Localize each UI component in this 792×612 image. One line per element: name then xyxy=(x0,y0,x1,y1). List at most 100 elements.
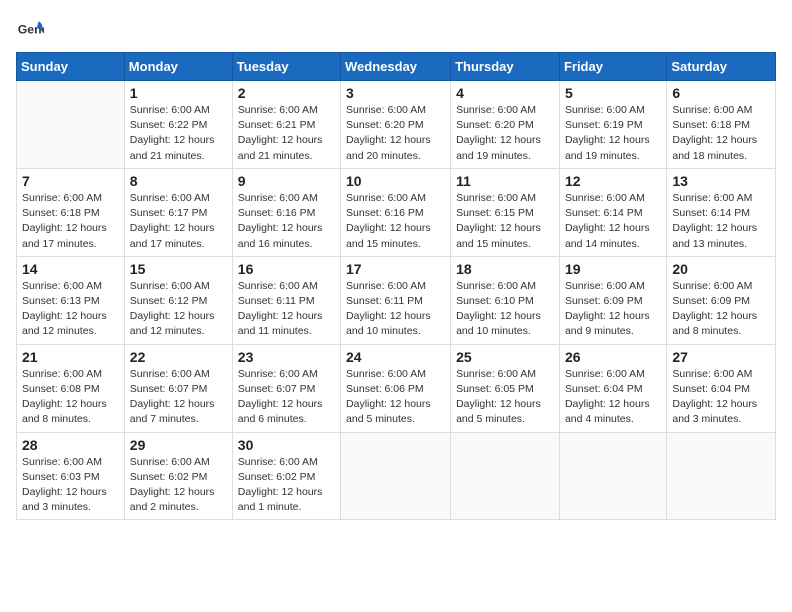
day-number: 18 xyxy=(456,261,554,277)
calendar-header-wednesday: Wednesday xyxy=(341,53,451,81)
day-info: Sunrise: 6:00 AM Sunset: 6:16 PM Dayligh… xyxy=(346,191,445,252)
logo-icon: General xyxy=(16,16,44,44)
calendar-cell: 16 Sunrise: 6:00 AM Sunset: 6:11 PM Dayli… xyxy=(232,256,340,344)
calendar-cell xyxy=(451,432,560,520)
day-number: 25 xyxy=(456,349,554,365)
calendar-cell: 1 Sunrise: 6:00 AM Sunset: 6:22 PM Daylig… xyxy=(124,81,232,169)
calendar-week-row: 21Sunrise: 6:00 AM Sunset: 6:08 PM Dayli… xyxy=(17,344,776,432)
calendar-cell xyxy=(341,432,451,520)
day-info: Sunrise: 6:00 AM Sunset: 6:05 PM Dayligh… xyxy=(456,367,554,428)
day-number: 19 xyxy=(565,261,661,277)
calendar-cell: 28 Sunrise: 6:00 AM Sunset: 6:03 PM Dayli… xyxy=(17,432,125,520)
day-info: Sunrise: 6:00 AM Sunset: 6:11 PM Dayligh… xyxy=(238,279,335,340)
calendar-header-tuesday: Tuesday xyxy=(232,53,340,81)
calendar-cell: 14 Sunrise: 6:00 AM Sunset: 6:13 PM Dayli… xyxy=(17,256,125,344)
day-info: Sunrise: 6:00 AM Sunset: 6:19 PM Dayligh… xyxy=(565,103,661,164)
day-number: 15 xyxy=(130,261,227,277)
calendar-cell: 5 Sunrise: 6:00 AM Sunset: 6:19 PM Daylig… xyxy=(559,81,666,169)
day-number: 7 xyxy=(22,173,119,189)
day-number: 24 xyxy=(346,349,445,365)
day-number: 20 xyxy=(672,261,770,277)
day-info: Sunrise: 6:00 AM Sunset: 6:02 PM Dayligh… xyxy=(130,455,227,516)
day-number: 4 xyxy=(456,85,554,101)
calendar-cell: 23Sunrise: 6:00 AM Sunset: 6:07 PM Dayli… xyxy=(232,344,340,432)
calendar-cell: 25 Sunrise: 6:00 AM Sunset: 6:05 PM Dayli… xyxy=(451,344,560,432)
calendar-header-thursday: Thursday xyxy=(451,53,560,81)
calendar-cell: 26 Sunrise: 6:00 AM Sunset: 6:04 PM Dayli… xyxy=(559,344,666,432)
calendar-week-row: 1 Sunrise: 6:00 AM Sunset: 6:22 PM Daylig… xyxy=(17,81,776,169)
day-number: 29 xyxy=(130,437,227,453)
calendar-cell: 17 Sunrise: 6:00 AM Sunset: 6:11 PM Dayli… xyxy=(341,256,451,344)
day-number: 12 xyxy=(565,173,661,189)
calendar-cell: 15 Sunrise: 6:00 AM Sunset: 6:12 PM Dayli… xyxy=(124,256,232,344)
calendar-cell: 7 Sunrise: 6:00 AM Sunset: 6:18 PM Daylig… xyxy=(17,168,125,256)
day-number: 21 xyxy=(22,349,119,365)
calendar-cell: 9Sunrise: 6:00 AM Sunset: 6:16 PM Daylig… xyxy=(232,168,340,256)
day-number: 5 xyxy=(565,85,661,101)
day-info: Sunrise: 6:00 AM Sunset: 6:11 PM Dayligh… xyxy=(346,279,445,340)
day-info: Sunrise: 6:00 AM Sunset: 6:03 PM Dayligh… xyxy=(22,455,119,516)
calendar-cell: 8 Sunrise: 6:00 AM Sunset: 6:17 PM Daylig… xyxy=(124,168,232,256)
day-number: 3 xyxy=(346,85,445,101)
day-number: 27 xyxy=(672,349,770,365)
day-number: 13 xyxy=(672,173,770,189)
day-info: Sunrise: 6:00 AM Sunset: 6:02 PM Dayligh… xyxy=(238,455,335,516)
day-info: Sunrise: 6:00 AM Sunset: 6:18 PM Dayligh… xyxy=(672,103,770,164)
day-info: Sunrise: 6:00 AM Sunset: 6:04 PM Dayligh… xyxy=(565,367,661,428)
day-info: Sunrise: 6:00 AM Sunset: 6:20 PM Dayligh… xyxy=(456,103,554,164)
page-header: General xyxy=(16,16,776,44)
day-info: Sunrise: 6:00 AM Sunset: 6:12 PM Dayligh… xyxy=(130,279,227,340)
day-info: Sunrise: 6:00 AM Sunset: 6:20 PM Dayligh… xyxy=(346,103,445,164)
calendar: SundayMondayTuesdayWednesdayThursdayFrid… xyxy=(16,52,776,520)
calendar-cell: 18 Sunrise: 6:00 AM Sunset: 6:10 PM Dayli… xyxy=(451,256,560,344)
calendar-cell: 24 Sunrise: 6:00 AM Sunset: 6:06 PM Dayli… xyxy=(341,344,451,432)
calendar-cell: 13 Sunrise: 6:00 AM Sunset: 6:14 PM Dayli… xyxy=(667,168,776,256)
day-info: Sunrise: 6:00 AM Sunset: 6:17 PM Dayligh… xyxy=(130,191,227,252)
calendar-cell: 4 Sunrise: 6:00 AM Sunset: 6:20 PM Daylig… xyxy=(451,81,560,169)
calendar-header-saturday: Saturday xyxy=(667,53,776,81)
day-info: Sunrise: 6:00 AM Sunset: 6:18 PM Dayligh… xyxy=(22,191,119,252)
calendar-week-row: 14 Sunrise: 6:00 AM Sunset: 6:13 PM Dayli… xyxy=(17,256,776,344)
calendar-header-row: SundayMondayTuesdayWednesdayThursdayFrid… xyxy=(17,53,776,81)
day-info: Sunrise: 6:00 AM Sunset: 6:07 PM Dayligh… xyxy=(238,367,335,428)
day-number: 6 xyxy=(672,85,770,101)
day-info: Sunrise: 6:00 AM Sunset: 6:16 PM Dayligh… xyxy=(238,191,335,252)
calendar-cell: 29 Sunrise: 6:00 AM Sunset: 6:02 PM Dayli… xyxy=(124,432,232,520)
calendar-cell: 6 Sunrise: 6:00 AM Sunset: 6:18 PM Daylig… xyxy=(667,81,776,169)
calendar-header-sunday: Sunday xyxy=(17,53,125,81)
day-number: 14 xyxy=(22,261,119,277)
day-number: 26 xyxy=(565,349,661,365)
day-info: Sunrise: 6:00 AM Sunset: 6:22 PM Dayligh… xyxy=(130,103,227,164)
day-number: 17 xyxy=(346,261,445,277)
calendar-cell xyxy=(17,81,125,169)
day-info: Sunrise: 6:00 AM Sunset: 6:14 PM Dayligh… xyxy=(672,191,770,252)
calendar-cell: 20 Sunrise: 6:00 AM Sunset: 6:09 PM Dayli… xyxy=(667,256,776,344)
calendar-cell: 3 Sunrise: 6:00 AM Sunset: 6:20 PM Daylig… xyxy=(341,81,451,169)
day-number: 16 xyxy=(238,261,335,277)
calendar-cell: 19 Sunrise: 6:00 AM Sunset: 6:09 PM Dayli… xyxy=(559,256,666,344)
day-info: Sunrise: 6:00 AM Sunset: 6:06 PM Dayligh… xyxy=(346,367,445,428)
calendar-cell: 22Sunrise: 6:00 AM Sunset: 6:07 PM Dayli… xyxy=(124,344,232,432)
calendar-cell: 12 Sunrise: 6:00 AM Sunset: 6:14 PM Dayli… xyxy=(559,168,666,256)
day-number: 10 xyxy=(346,173,445,189)
day-info: Sunrise: 6:00 AM Sunset: 6:14 PM Dayligh… xyxy=(565,191,661,252)
day-number: 22 xyxy=(130,349,227,365)
day-info: Sunrise: 6:00 AM Sunset: 6:09 PM Dayligh… xyxy=(672,279,770,340)
day-info: Sunrise: 6:00 AM Sunset: 6:21 PM Dayligh… xyxy=(238,103,335,164)
day-info: Sunrise: 6:00 AM Sunset: 6:13 PM Dayligh… xyxy=(22,279,119,340)
calendar-header-friday: Friday xyxy=(559,53,666,81)
calendar-cell: 10 Sunrise: 6:00 AM Sunset: 6:16 PM Dayli… xyxy=(341,168,451,256)
day-info: Sunrise: 6:00 AM Sunset: 6:10 PM Dayligh… xyxy=(456,279,554,340)
day-number: 1 xyxy=(130,85,227,101)
calendar-cell xyxy=(667,432,776,520)
logo: General xyxy=(16,16,48,44)
day-number: 30 xyxy=(238,437,335,453)
calendar-cell: 21Sunrise: 6:00 AM Sunset: 6:08 PM Dayli… xyxy=(17,344,125,432)
day-number: 2 xyxy=(238,85,335,101)
day-info: Sunrise: 6:00 AM Sunset: 6:15 PM Dayligh… xyxy=(456,191,554,252)
day-info: Sunrise: 6:00 AM Sunset: 6:09 PM Dayligh… xyxy=(565,279,661,340)
day-number: 8 xyxy=(130,173,227,189)
day-number: 28 xyxy=(22,437,119,453)
calendar-week-row: 28 Sunrise: 6:00 AM Sunset: 6:03 PM Dayli… xyxy=(17,432,776,520)
calendar-cell: 2 Sunrise: 6:00 AM Sunset: 6:21 PM Daylig… xyxy=(232,81,340,169)
